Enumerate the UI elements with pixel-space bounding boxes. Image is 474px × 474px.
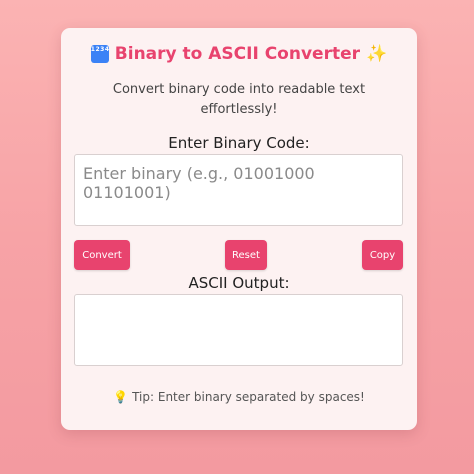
converter-card: 1234 Binary to ASCII Converter ✨ Convert… xyxy=(61,28,417,430)
binary-input-label: Enter Binary Code: xyxy=(168,134,310,152)
ascii-output-label: ASCII Output: xyxy=(188,274,290,292)
lightbulb-icon: 💡 xyxy=(113,390,129,404)
copy-button[interactable]: Copy xyxy=(362,240,403,270)
page-subtitle: Convert binary code into readable text e… xyxy=(112,82,366,117)
ascii-output[interactable] xyxy=(74,294,403,366)
sparkles-icon: ✨ xyxy=(366,44,388,64)
convert-button[interactable]: Convert xyxy=(74,240,130,270)
title-text: Binary to ASCII Converter xyxy=(114,44,361,64)
input-numbers-icon: 1234 xyxy=(90,45,109,63)
tip-text: 💡 Tip: Enter binary separated by spaces! xyxy=(61,390,417,404)
reset-button[interactable]: Reset xyxy=(225,240,267,270)
page-title: 1234 Binary to ASCII Converter ✨ xyxy=(61,44,417,64)
tip-label: Tip: Enter binary separated by spaces! xyxy=(132,390,365,404)
binary-input[interactable] xyxy=(74,154,403,226)
